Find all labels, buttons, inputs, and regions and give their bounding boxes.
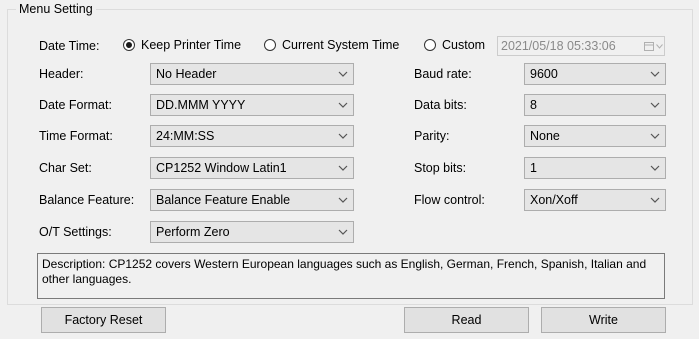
- calendar-icon: [644, 41, 654, 51]
- chevron-down-icon: [645, 71, 665, 77]
- parity-label: Parity:: [414, 129, 450, 143]
- data-bits-value: 8: [530, 98, 537, 112]
- ot-settings-select[interactable]: Perform Zero: [150, 221, 354, 243]
- date-format-label: Date Format:: [39, 98, 112, 112]
- flow-control-label: Flow control:: [414, 193, 485, 207]
- baud-rate-select[interactable]: 9600: [524, 63, 666, 85]
- char-set-select[interactable]: CP1252 Window Latin1: [150, 157, 354, 179]
- datetime-label: Date Time:: [39, 39, 100, 53]
- radio-custom-label: Custom: [442, 38, 486, 52]
- chevron-down-icon: [333, 71, 353, 77]
- description-box: Description: CP1252 covers Western Europ…: [37, 253, 665, 299]
- radio-keep-printer-time-label: Keep Printer Time: [141, 38, 242, 52]
- chevron-down-icon: [645, 165, 665, 171]
- balance-feature-select[interactable]: Balance Feature Enable: [150, 189, 354, 211]
- data-bits-select[interactable]: 8: [524, 94, 666, 116]
- date-format-select[interactable]: DD.MMM YYYY: [150, 94, 354, 116]
- balance-feature-value: Balance Feature Enable: [156, 193, 291, 207]
- header-select[interactable]: No Header: [150, 63, 354, 85]
- radio-keep-printer-time[interactable]: Keep Printer Time: [123, 38, 241, 52]
- char-set-label: Char Set:: [39, 161, 92, 175]
- chevron-down-icon: [645, 197, 665, 203]
- char-set-value: CP1252 Window Latin1: [156, 161, 287, 175]
- header-value: No Header: [156, 67, 217, 81]
- flow-control-select[interactable]: Xon/Xoff: [524, 189, 666, 211]
- stop-bits-select[interactable]: 1: [524, 157, 666, 179]
- baud-rate-value: 9600: [530, 67, 558, 81]
- baud-rate-label: Baud rate:: [414, 67, 472, 81]
- custom-datetime-value: 2021/05/18 05:33:06: [501, 39, 616, 53]
- ot-settings-value: Perform Zero: [156, 225, 230, 239]
- chevron-down-icon: [333, 102, 353, 108]
- radio-button-selected-icon[interactable]: [123, 39, 135, 51]
- radio-button-icon[interactable]: [264, 39, 276, 51]
- ot-settings-label: O/T Settings:: [39, 225, 112, 239]
- read-button[interactable]: Read: [404, 307, 529, 333]
- group-title: Menu Setting: [16, 2, 96, 16]
- calendar-dropdown-button[interactable]: [644, 41, 664, 51]
- chevron-down-icon: [645, 133, 665, 139]
- chevron-down-icon: [333, 133, 353, 139]
- time-format-select[interactable]: 24:MM:SS: [150, 125, 354, 147]
- flow-control-value: Xon/Xoff: [530, 193, 578, 207]
- radio-custom[interactable]: Custom: [424, 38, 485, 52]
- data-bits-label: Data bits:: [414, 98, 467, 112]
- radio-current-system-time[interactable]: Current System Time: [264, 38, 399, 52]
- write-button[interactable]: Write: [541, 307, 666, 333]
- stop-bits-value: 1: [530, 161, 537, 175]
- chevron-down-icon: [333, 197, 353, 203]
- parity-select[interactable]: None: [524, 125, 666, 147]
- chevron-down-icon: [333, 165, 353, 171]
- radio-button-icon[interactable]: [424, 39, 436, 51]
- time-format-value: 24:MM:SS: [156, 129, 215, 143]
- header-label: Header:: [39, 67, 84, 81]
- chevron-down-icon: [645, 102, 665, 108]
- radio-current-system-time-label: Current System Time: [282, 38, 400, 52]
- custom-datetime-picker[interactable]: 2021/05/18 05:33:06: [497, 36, 665, 56]
- stop-bits-label: Stop bits:: [414, 161, 467, 175]
- chevron-down-icon: [656, 43, 663, 49]
- chevron-down-icon: [333, 229, 353, 235]
- balance-feature-label: Balance Feature:: [39, 193, 135, 207]
- parity-value: None: [530, 129, 560, 143]
- time-format-label: Time Format:: [39, 129, 113, 143]
- date-format-value: DD.MMM YYYY: [156, 98, 246, 112]
- factory-reset-button[interactable]: Factory Reset: [41, 307, 166, 333]
